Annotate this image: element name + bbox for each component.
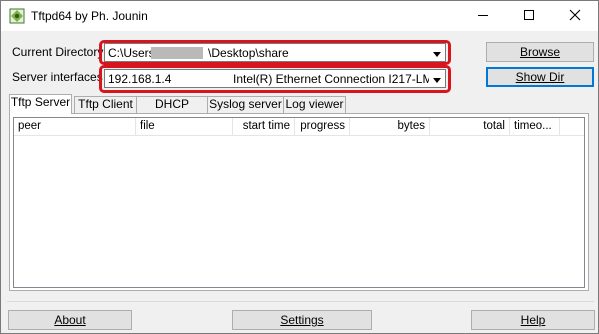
chevron-down-icon <box>432 46 441 60</box>
minimize-button[interactable] <box>460 1 506 31</box>
settings-button[interactable]: Settings <box>232 310 372 330</box>
close-icon <box>569 9 581 24</box>
show-dir-button[interactable]: Show Dir <box>486 67 594 87</box>
tab-tftp-client[interactable]: Tftp Client <box>74 96 137 113</box>
server-interfaces-label: Server interfaces <box>12 70 103 84</box>
current-directory-combobox[interactable]: C:\Users\ \Desktop\share <box>104 43 446 62</box>
help-button[interactable]: Help <box>471 310 595 330</box>
chevron-down-icon <box>432 72 441 86</box>
transfers-list[interactable]: peer file start time progress bytes tota… <box>13 117 585 288</box>
column-header-start-time[interactable]: start time <box>233 118 295 135</box>
tab-label: Log viewer <box>285 97 344 111</box>
tab-label: Tftp Server <box>10 95 71 109</box>
current-directory-label: Current Directory <box>12 45 104 59</box>
column-header-progress[interactable]: progress <box>295 118 350 135</box>
dropdown-button[interactable] <box>429 71 444 86</box>
redacted-username <box>151 47 203 59</box>
server-interface-ip: 192.168.1.4 <box>108 72 172 86</box>
tab-tftp-server[interactable]: Tftp Server <box>9 94 72 114</box>
help-button-label: Help <box>520 313 546 327</box>
about-button[interactable]: About <box>8 310 132 330</box>
column-header-file[interactable]: file <box>136 118 233 135</box>
tftpd-window: Tftpd64 by Ph. Jounin Current Directory … <box>0 0 599 334</box>
tftpd-app-icon[interactable] <box>9 8 25 24</box>
column-header-total[interactable]: total <box>430 118 510 135</box>
title-bar[interactable]: Tftpd64 by Ph. Jounin <box>1 1 598 31</box>
minimize-icon <box>477 9 489 24</box>
browse-button-label: Browse <box>519 45 560 59</box>
maximize-button[interactable] <box>506 1 552 31</box>
server-interfaces-combobox[interactable]: 192.168.1.4 Intel(R) Ethernet Connection… <box>104 69 446 88</box>
tab-label: Syslog server <box>209 97 282 111</box>
maximize-icon <box>523 9 535 24</box>
tab-dhcp-server[interactable]: DHCP server <box>136 96 208 126</box>
column-header-timeout[interactable]: timeo... <box>510 118 560 135</box>
tab-syslog-server[interactable]: Syslog server <box>207 96 284 113</box>
close-button[interactable] <box>552 1 598 31</box>
window-title: Tftpd64 by Ph. Jounin <box>31 9 148 23</box>
tftp-server-panel: peer file start time progress bytes tota… <box>9 113 589 291</box>
tab-log-viewer[interactable]: Log viewer <box>283 96 346 113</box>
column-header-bytes[interactable]: bytes <box>350 118 430 135</box>
server-interface-name: Intel(R) Ethernet Connection I217-LM <box>233 72 433 86</box>
dropdown-button[interactable] <box>429 45 444 60</box>
column-header-peer[interactable]: peer <box>14 118 136 135</box>
settings-button-label: Settings <box>280 313 324 327</box>
browse-button[interactable]: Browse <box>486 42 594 62</box>
list-header: peer file start time progress bytes tota… <box>14 118 584 136</box>
tab-label: Tftp Client <box>78 97 133 111</box>
about-button-label: About <box>54 313 86 327</box>
show-dir-button-label: Show Dir <box>515 70 565 84</box>
divider <box>7 301 594 302</box>
